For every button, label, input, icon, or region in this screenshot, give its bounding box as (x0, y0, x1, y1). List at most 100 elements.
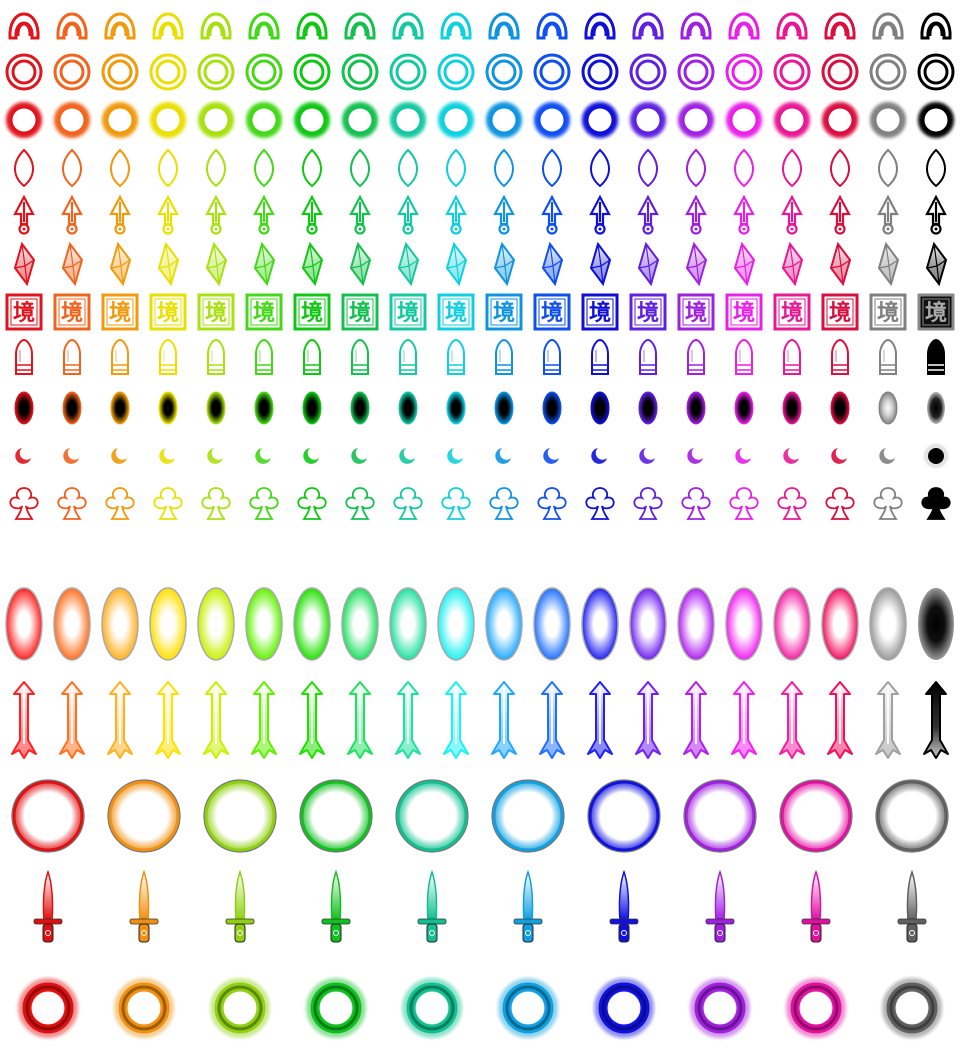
wide-ring-sprite-1 (11, 779, 85, 853)
kanji-tile-sprite-20: 境 (917, 293, 955, 331)
club-outline-sprite-5 (201, 487, 231, 520)
kanji-tile-sprite-16: 境 (725, 293, 763, 331)
double-arch-sprite-4 (152, 12, 184, 40)
kanji-tile-sprite-15: 境 (677, 293, 715, 331)
arrowhead-pin-sprite-9 (397, 194, 419, 235)
arrow-bullet-sprite-10 (443, 681, 469, 759)
double-arch-sprite-6 (248, 12, 280, 40)
double-ring-sprite-4 (149, 53, 187, 91)
crystal-sprite-5 (205, 241, 228, 287)
dark-oval-sprite-7 (302, 391, 322, 425)
dark-oval-sprite-17 (782, 391, 802, 425)
dagger-sprite-6 (513, 869, 543, 943)
crystal-sprite-17 (781, 241, 804, 287)
bullet-capsule-sprite-3 (111, 338, 129, 375)
glow-ring-sprite-2 (54, 102, 90, 138)
arrowhead-pin-sprite-3 (109, 194, 131, 235)
leaf-outline-sprite-20 (926, 148, 946, 188)
crescent-sprite-10 (447, 448, 463, 464)
club-outline-sprite-3 (105, 487, 135, 520)
arrowhead-pin-sprite-10 (445, 194, 467, 235)
arrowhead-pin-sprite-4 (157, 194, 179, 235)
crystal-sprite-15 (685, 241, 708, 287)
svg-text:境: 境 (781, 300, 803, 326)
donut-sprite-1 (18, 978, 78, 1038)
dark-oval-sprite-19 (878, 391, 898, 425)
big-glow-oval-sprite-7 (293, 587, 331, 661)
big-glow-oval-sprite-4 (149, 587, 187, 661)
arrowhead-pin-sprite-2 (61, 194, 83, 235)
kanji-tile-sprite-4: 境 (149, 293, 187, 331)
bullet-capsule-sprite-11 (495, 338, 513, 375)
glow-ring-sprite-8 (342, 102, 378, 138)
club-outline-sprite-8 (345, 487, 375, 520)
big-glow-oval-sprite-9 (389, 587, 427, 661)
glow-ring-sprite-7 (294, 102, 330, 138)
kanji-tile-sprite-9: 境 (389, 293, 427, 331)
arrowhead-pin-sprite-15 (685, 194, 707, 235)
club-outline-sprite-11 (489, 487, 519, 520)
bullet-capsule-sprite-15 (687, 338, 705, 375)
glow-ring-sprite-16 (726, 102, 762, 138)
leaf-outline-sprite-14 (638, 148, 658, 188)
svg-text:境: 境 (685, 300, 707, 326)
dagger-sprite-5 (417, 869, 447, 943)
big-glow-oval-sprite-14 (629, 587, 667, 661)
leaf-outline-sprite-2 (62, 148, 82, 188)
arrow-bullet-sprite-4 (155, 681, 181, 759)
arrowhead-pin-sprite-1 (13, 194, 35, 235)
leaf-outline-sprite-15 (686, 148, 706, 188)
kanji-tile-sprite-2: 境 (53, 293, 91, 331)
arrowhead-pin-sprite-11 (493, 194, 515, 235)
big-glow-oval-sprite-17 (773, 587, 811, 661)
crystal-sprite-12 (541, 241, 564, 287)
crescent-sprite-4 (159, 448, 175, 464)
double-ring-sprite-5 (197, 53, 235, 91)
svg-text:境: 境 (925, 300, 947, 326)
big-glow-oval-sprite-19 (869, 587, 907, 661)
dagger-sprite-9 (801, 869, 831, 943)
double-ring-sprite-8 (341, 53, 379, 91)
arrow-bullet-sprite-14 (635, 681, 661, 759)
kanji-tile-sprite-6: 境 (245, 293, 283, 331)
bullet-capsule-sprite-7 (303, 338, 321, 375)
double-arch-sprite-17 (776, 12, 808, 40)
kanji-tile-sprite-1: 境 (5, 293, 43, 331)
double-ring-sprite-20 (917, 53, 955, 91)
arrow-bullet-sprite-7 (299, 681, 325, 759)
club-outline-sprite-7 (297, 487, 327, 520)
crystal-sprite-13 (589, 241, 612, 287)
svg-text:境: 境 (397, 300, 419, 326)
dagger-sprite-7 (609, 869, 639, 943)
arrowhead-pin-sprite-5 (205, 194, 227, 235)
svg-text:境: 境 (637, 300, 659, 326)
big-glow-oval-sprite-2 (53, 587, 91, 661)
svg-text:境: 境 (541, 300, 563, 326)
crescent-sprite-7 (303, 448, 319, 464)
dagger-sprite-1 (33, 869, 63, 943)
dark-oval-sprite-11 (494, 391, 514, 425)
double-arch-sprite-20 (920, 12, 952, 40)
crystal-sprite-20 (925, 241, 948, 287)
double-arch-sprite-18 (824, 12, 856, 40)
bullet-capsule-sprite-12 (543, 338, 561, 375)
club-outline-sprite-2 (57, 487, 87, 520)
arrowhead-pin-sprite-18 (829, 194, 851, 235)
double-arch-sprite-7 (296, 12, 328, 40)
arrow-bullet-sprite-17 (779, 681, 805, 759)
donut-sprite-4 (306, 978, 366, 1038)
arrowhead-pin-sprite-8 (349, 194, 371, 235)
donut-sprite-2 (114, 978, 174, 1038)
double-arch-sprite-2 (56, 12, 88, 40)
bullet-capsule-sprite-16 (735, 338, 753, 375)
big-glow-oval-sprite-16 (725, 587, 763, 661)
wide-ring-sprite-7 (587, 779, 661, 853)
double-ring-sprite-10 (437, 53, 475, 91)
glow-ring-sprite-20 (918, 102, 954, 138)
arrow-bullet-sprite-11 (491, 681, 517, 759)
crescent-sprite-5 (207, 448, 223, 464)
arrow-bullet-sprite-15 (683, 681, 709, 759)
dark-oval-sprite-8 (350, 391, 370, 425)
bullet-sprite-sheet: 境境境境境境境境境境境境境境境境境境境境 (5, 12, 955, 1038)
leaf-outline-sprite-10 (446, 148, 466, 188)
